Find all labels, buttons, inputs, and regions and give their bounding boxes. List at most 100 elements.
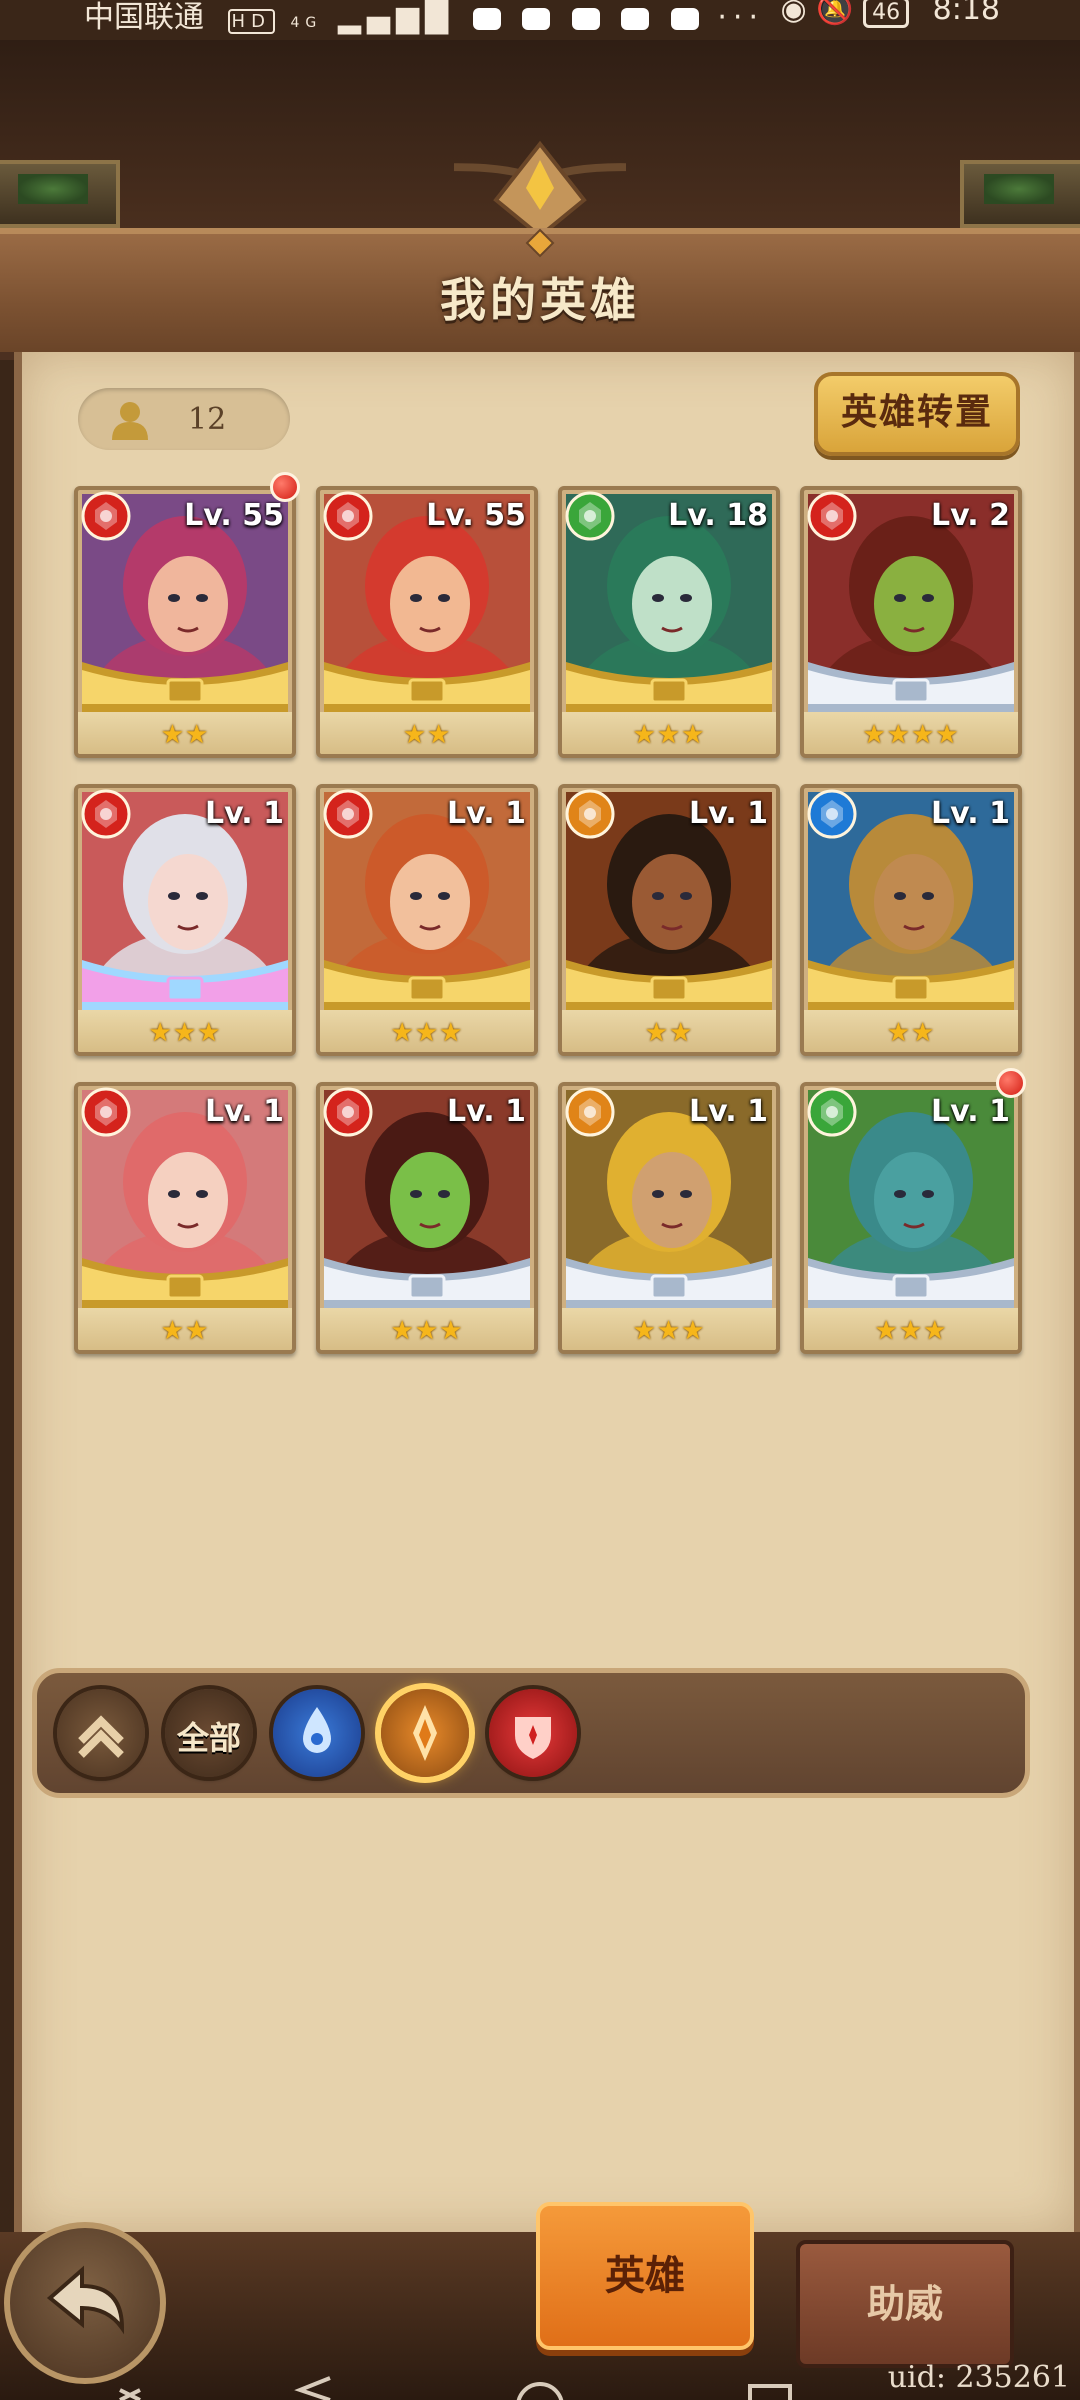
signal-label: 4G bbox=[290, 15, 323, 31]
hero-card[interactable]: ★★★ Lv. 1 bbox=[316, 1082, 538, 1354]
hero-card[interactable]: ★★★ Lv. 1 bbox=[316, 784, 538, 1056]
battery-icon: 46 bbox=[863, 0, 910, 28]
page-title: 我的英雄 bbox=[440, 273, 640, 327]
status-left: 中国联通 HD 4G ▂▄▆█ ··· bbox=[84, 0, 764, 36]
hero-level: Lv. 1 bbox=[447, 796, 526, 831]
hero-card[interactable]: ★★★ Lv. 1 bbox=[558, 1082, 780, 1354]
tab-heroes[interactable]: 英雄 bbox=[536, 2202, 754, 2350]
fire-element-icon bbox=[322, 1086, 374, 1138]
hero-transfer-button[interactable]: 英雄转置 bbox=[814, 372, 1020, 456]
hero-level: Lv. 1 bbox=[447, 1094, 526, 1129]
system-back-icon[interactable] bbox=[294, 2376, 331, 2400]
hero-card[interactable]: ★★ Lv. 55 bbox=[74, 486, 296, 758]
app-notification-icon bbox=[472, 7, 501, 30]
carrier-label: 中国联通 bbox=[84, 0, 204, 35]
star-rating: ★★★ bbox=[390, 1018, 464, 1048]
star-rating: ★★★ bbox=[148, 1018, 222, 1048]
app-notification-icon bbox=[621, 7, 650, 30]
star-rating: ★★ bbox=[402, 720, 452, 750]
nature-element-icon bbox=[806, 1086, 858, 1138]
earth-icon bbox=[413, 1705, 437, 1761]
fire-element-icon bbox=[806, 490, 858, 542]
hero-panel: 12 英雄转置 ★★ Lv. 55 ★★ Lv. 55 ★★★ Lv. 18 ★★★★ Lv.… bbox=[14, 352, 1080, 2240]
filter-fire-button[interactable] bbox=[489, 1689, 577, 1777]
star-rating: ★★★ bbox=[874, 1316, 948, 1346]
new-notification-dot bbox=[996, 1068, 1026, 1098]
signal-bars-icon: ▂▄▆█ bbox=[337, 0, 455, 35]
hero-level: Lv. 1 bbox=[689, 796, 768, 831]
hero-level: Lv. 55 bbox=[184, 498, 284, 533]
hero-level: Lv. 1 bbox=[205, 1094, 284, 1129]
system-nav-bar bbox=[119, 2376, 792, 2400]
system-nav-close-icon[interactable] bbox=[119, 2388, 141, 2400]
rank-up-icon bbox=[78, 1715, 124, 1758]
water-element-icon bbox=[806, 788, 858, 840]
fire-element-icon bbox=[80, 788, 132, 840]
signal-icons: HD 4G ▂▄▆█ ··· bbox=[227, 0, 764, 35]
tab-assist[interactable]: 助威 bbox=[796, 2240, 1014, 2368]
hero-level: Lv. 1 bbox=[205, 796, 284, 831]
user-id: uid: 235261 bbox=[887, 2360, 1070, 2395]
app-notification-icon bbox=[670, 7, 699, 30]
battery-level: 46 bbox=[872, 0, 901, 25]
title-banner: 我的英雄 bbox=[0, 228, 1080, 360]
crest-ornament bbox=[454, 140, 626, 239]
hero-card[interactable]: ★★★ Lv. 1 bbox=[800, 1082, 1022, 1354]
fire-element-icon bbox=[322, 490, 374, 542]
fire-element-icon bbox=[80, 490, 132, 542]
star-rating: ★★ bbox=[160, 1316, 210, 1346]
star-rating: ★★★ bbox=[632, 720, 706, 750]
status-bar: 中国联通 HD 4G ▂▄▆█ ··· ◉ 🔕 46 8:18 bbox=[0, 0, 1080, 40]
hero-card[interactable]: ★★★★ Lv. 2 bbox=[800, 486, 1022, 758]
hero-card[interactable]: ★★ Lv. 55 bbox=[316, 486, 538, 758]
hero-level: Lv. 1 bbox=[689, 1094, 768, 1129]
system-recents-icon[interactable] bbox=[748, 2384, 792, 2400]
app-notification-icon bbox=[571, 7, 600, 30]
hero-level: Lv. 2 bbox=[931, 498, 1010, 533]
hero-level: Lv. 1 bbox=[931, 796, 1010, 831]
system-home-icon[interactable] bbox=[516, 2382, 564, 2400]
more-notifications-icon: ··· bbox=[717, 0, 764, 35]
left-pillar-ornament bbox=[0, 160, 120, 228]
hd-badge: HD bbox=[227, 9, 275, 34]
star-rating: ★★ bbox=[886, 1018, 936, 1048]
right-pillar-ornament bbox=[960, 160, 1080, 228]
star-rating: ★★★ bbox=[390, 1316, 464, 1346]
hero-card[interactable]: ★★ Lv. 1 bbox=[74, 1082, 296, 1354]
hero-card[interactable]: ★★★ Lv. 18 bbox=[558, 486, 780, 758]
clock: 8:18 bbox=[932, 0, 1000, 27]
filter-all-button[interactable]: 全部 bbox=[165, 1689, 253, 1777]
filter-earth-button[interactable] bbox=[381, 1689, 469, 1777]
sort-rank-button[interactable] bbox=[57, 1689, 145, 1777]
person-icon bbox=[112, 402, 148, 440]
hero-count: 12 bbox=[188, 402, 227, 437]
status-right: ◉ 🔕 46 8:18 bbox=[780, 0, 1000, 28]
earth-element-icon bbox=[564, 788, 616, 840]
hero-level: Lv. 55 bbox=[426, 498, 526, 533]
star-rating: ★★ bbox=[644, 1018, 694, 1048]
nature-element-icon bbox=[564, 490, 616, 542]
filter-all-label: 全部 bbox=[176, 1719, 241, 1757]
water-icon bbox=[303, 1707, 331, 1753]
fire-element-icon bbox=[80, 1086, 132, 1138]
star-rating: ★★ bbox=[160, 720, 210, 750]
mute-icon: 🔕 bbox=[816, 0, 854, 27]
hero-level: Lv. 18 bbox=[668, 498, 768, 533]
filter-bar: 全部 bbox=[32, 1668, 1030, 1798]
star-rating: ★★★★ bbox=[862, 720, 960, 750]
hero-level: Lv. 1 bbox=[931, 1094, 1010, 1129]
eye-icon: ◉ bbox=[780, 0, 807, 27]
hero-count-badge: 12 bbox=[78, 388, 290, 450]
app-notification-icon bbox=[522, 7, 551, 30]
hero-card[interactable]: ★★★ Lv. 1 bbox=[74, 784, 296, 1056]
fire-icon bbox=[515, 1717, 551, 1759]
earth-element-icon bbox=[564, 1086, 616, 1138]
star-rating: ★★★ bbox=[632, 1316, 706, 1346]
new-notification-dot bbox=[270, 472, 300, 502]
hero-card[interactable]: ★★ Lv. 1 bbox=[558, 784, 780, 1056]
fire-element-icon bbox=[322, 788, 374, 840]
gem-ornament bbox=[525, 228, 555, 258]
filter-water-button[interactable] bbox=[273, 1689, 361, 1777]
back-arrow-icon bbox=[46, 2265, 125, 2335]
hero-card[interactable]: ★★ Lv. 1 bbox=[800, 784, 1022, 1056]
